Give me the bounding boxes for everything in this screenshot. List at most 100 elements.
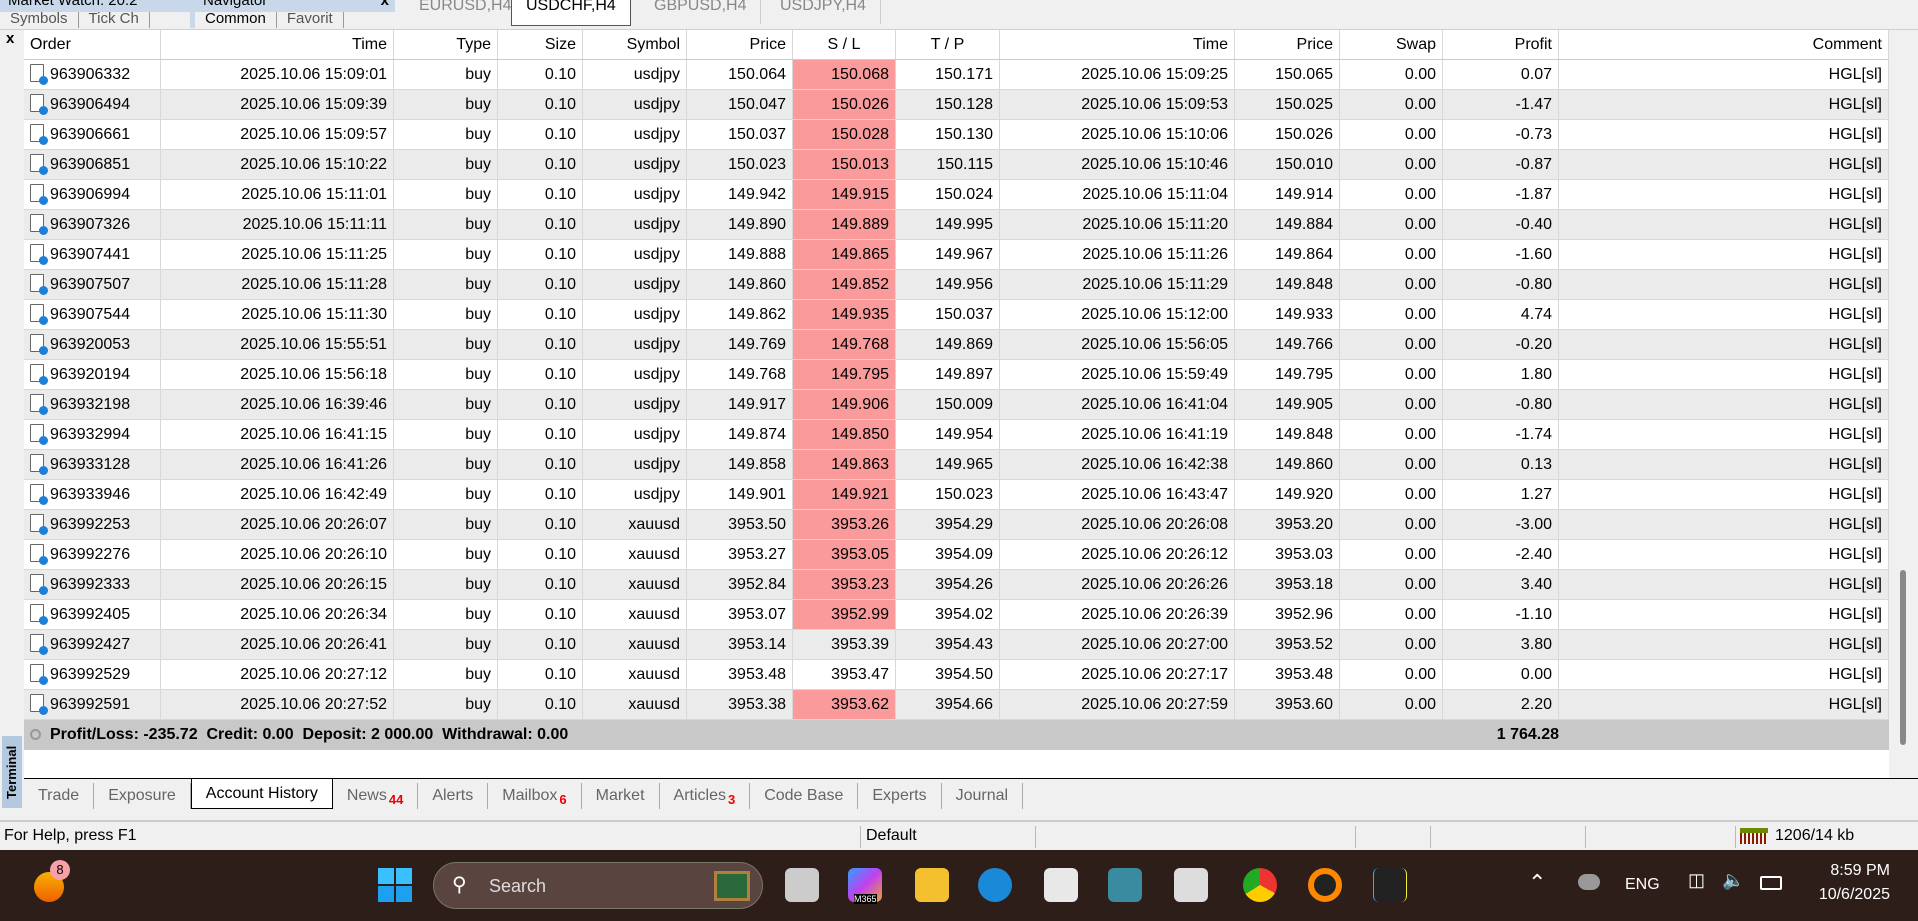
table-row[interactable]: 963906494 2025.10.06 15:09:39 buy 0.10 usdjp…	[24, 90, 1889, 120]
chrome-icon[interactable]	[1243, 868, 1277, 902]
table-row[interactable]: 963992591 2025.10.06 20:27:52 buy 0.10 xauus…	[24, 690, 1889, 720]
file-explorer-icon[interactable]	[915, 868, 949, 902]
tab-articles[interactable]: Articles 3	[660, 783, 751, 809]
table-row[interactable]: 963992333 2025.10.06 20:26:15 buy 0.10 xauus…	[24, 570, 1889, 600]
header-stop-loss[interactable]: S / L	[793, 30, 896, 59]
header-comment[interactable]: Comment	[1559, 30, 1889, 59]
tab-market[interactable]: Market	[582, 783, 660, 809]
table-row[interactable]: 963907326 2025.10.06 15:11:11 buy 0.10 usdjp…	[24, 210, 1889, 240]
clock-time[interactable]: 8:59 PM	[1820, 862, 1890, 880]
tab-news[interactable]: News 44	[333, 783, 419, 809]
cell-text: 3953.27	[728, 546, 786, 563]
table-row[interactable]: 963906994 2025.10.06 15:11:01 buy 0.10 usdjp…	[24, 180, 1889, 210]
header-open-time[interactable]: Time	[161, 30, 394, 59]
header-order[interactable]: Order	[24, 30, 161, 59]
header-open-price[interactable]: Price	[687, 30, 793, 59]
store-icon[interactable]	[1044, 868, 1078, 902]
tray-chevron-icon[interactable]: ⌃	[1528, 870, 1546, 896]
chart-tab-usdjpy[interactable]: USDJPY,H4	[766, 0, 881, 24]
clock-date[interactable]: 10/6/2025	[1805, 886, 1890, 904]
tab-favorites[interactable]: Favorit	[277, 11, 344, 28]
header-symbol[interactable]: Symbol	[583, 30, 687, 59]
cell-text: 149.897	[935, 366, 993, 383]
chart-tab-eurusd[interactable]: EURUSD,H4	[405, 0, 527, 24]
cell-type: buy	[394, 180, 498, 209]
cell-open-time: 2025.10.06 20:26:10	[161, 540, 394, 569]
navigator-title: Navigator	[203, 0, 268, 9]
cell-size: 0.10	[498, 480, 583, 509]
cell-stop-loss: 3953.39	[793, 630, 896, 659]
task-view-icon[interactable]	[785, 868, 819, 902]
table-row[interactable]: 963907507 2025.10.06 15:11:28 buy 0.10 usdjp…	[24, 270, 1889, 300]
cell-text: 0.10	[544, 546, 576, 563]
cell-text: 150.171	[935, 66, 993, 83]
tab-trade[interactable]: Trade	[24, 783, 95, 809]
cell-text: 2025.10.06 20:27:52	[240, 696, 387, 713]
cell-close-time: 2025.10.06 16:43:47	[1000, 480, 1235, 509]
cell-text: -0.87	[1515, 156, 1552, 173]
battery-icon[interactable]	[1760, 876, 1782, 890]
cell-symbol: usdjpy	[583, 60, 687, 89]
tab-journal[interactable]: Journal	[942, 783, 1024, 809]
chart-tab-gbpusd[interactable]: GBPUSD,H4	[640, 0, 762, 24]
navigator-panel[interactable]: Navigator x Common Favorit	[195, 0, 395, 28]
table-row[interactable]: 963906332 2025.10.06 15:09:01 buy 0.10 usdjp…	[24, 60, 1889, 90]
network-icon[interactable]: ◫	[1688, 870, 1705, 891]
cell-text: 3953.07	[728, 606, 786, 623]
table-row[interactable]: 963907441 2025.10.06 15:11:25 buy 0.10 usdjp…	[24, 240, 1889, 270]
chart-tab-usdchf[interactable]: USDCHF,H4	[511, 0, 631, 26]
tab-common[interactable]: Common	[195, 11, 277, 28]
header-type[interactable]: Type	[394, 30, 498, 59]
cell-text: 963907441	[50, 246, 131, 263]
start-icon[interactable]	[378, 868, 412, 902]
table-row[interactable]: 963992427 2025.10.06 20:26:41 buy 0.10 xauus…	[24, 630, 1889, 660]
tab-account-history[interactable]: Account History	[190, 779, 333, 809]
m365-icon[interactable]: M365	[848, 868, 882, 904]
snipping-tool-icon[interactable]	[1174, 868, 1208, 902]
table-row[interactable]: 963932198 2025.10.06 16:39:46 buy 0.10 usdjp…	[24, 390, 1889, 420]
tab-mailbox[interactable]: Mailbox 6	[488, 783, 582, 809]
table-row[interactable]: 963992529 2025.10.06 20:27:12 buy 0.10 xauus…	[24, 660, 1889, 690]
cell-close-time: 2025.10.06 20:26:26	[1000, 570, 1235, 599]
vertical-scrollbar[interactable]	[1889, 30, 1918, 778]
tab-alerts[interactable]: Alerts	[418, 783, 489, 809]
tab-experts[interactable]: Experts	[858, 783, 942, 809]
taskbar-search[interactable]: ⚲ Search	[433, 862, 763, 909]
cell-open-price: 3953.14	[687, 630, 793, 659]
table-row[interactable]: 963907544 2025.10.06 15:11:30 buy 0.10 usdjp…	[24, 300, 1889, 330]
onedrive-icon[interactable]	[1578, 874, 1600, 890]
volume-icon[interactable]: 🔈	[1722, 870, 1744, 891]
cell-comment: HGL[sl]	[1559, 420, 1889, 449]
metatrader-icon[interactable]	[1308, 868, 1342, 902]
header-close-price[interactable]: Price	[1235, 30, 1340, 59]
tab-code-base[interactable]: Code Base	[750, 783, 859, 809]
table-row[interactable]: 963920194 2025.10.06 15:56:18 buy 0.10 usdjp…	[24, 360, 1889, 390]
table-row[interactable]: 963992253 2025.10.06 20:26:07 buy 0.10 xauus…	[24, 510, 1889, 540]
table-row[interactable]: 963920053 2025.10.06 15:55:51 buy 0.10 usdjp…	[24, 330, 1889, 360]
cell-comment: HGL[sl]	[1559, 390, 1889, 419]
table-row[interactable]: 963933946 2025.10.06 16:42:49 buy 0.10 usdjp…	[24, 480, 1889, 510]
navigator-close-button[interactable]: x	[381, 0, 389, 9]
app-icon[interactable]	[1373, 868, 1407, 902]
table-row[interactable]: 963906851 2025.10.06 15:10:22 buy 0.10 usdjp…	[24, 150, 1889, 180]
cell-type: buy	[394, 690, 498, 719]
header-close-time[interactable]: Time	[1000, 30, 1235, 59]
header-swap[interactable]: Swap	[1340, 30, 1443, 59]
language-indicator[interactable]: ENG	[1625, 876, 1660, 894]
table-row[interactable]: 963906661 2025.10.06 15:09:57 buy 0.10 usdjp…	[24, 120, 1889, 150]
tab-symbols[interactable]: Symbols	[0, 11, 79, 28]
table-row[interactable]: 963932994 2025.10.06 16:41:15 buy 0.10 usdjp…	[24, 420, 1889, 450]
tab-tick-chart[interactable]: Tick Ch	[79, 11, 150, 28]
table-row[interactable]: 963933128 2025.10.06 16:41:26 buy 0.10 usdjp…	[24, 450, 1889, 480]
header-size[interactable]: Size	[498, 30, 583, 59]
tab-exposure[interactable]: Exposure	[94, 783, 191, 809]
header-take-profit[interactable]: T / P	[896, 30, 1000, 59]
scrollbar-thumb[interactable]	[1900, 570, 1906, 745]
header-profit[interactable]: Profit	[1443, 30, 1559, 59]
edge-icon[interactable]	[978, 868, 1012, 902]
cell-stop-loss: 149.852	[793, 270, 896, 299]
table-row[interactable]: 963992276 2025.10.06 20:26:10 buy 0.10 xauus…	[24, 540, 1889, 570]
keyboard-app-icon[interactable]	[1108, 868, 1142, 902]
table-row[interactable]: 963992405 2025.10.06 20:26:34 buy 0.10 xauus…	[24, 600, 1889, 630]
terminal-close-button[interactable]: x	[6, 30, 14, 47]
